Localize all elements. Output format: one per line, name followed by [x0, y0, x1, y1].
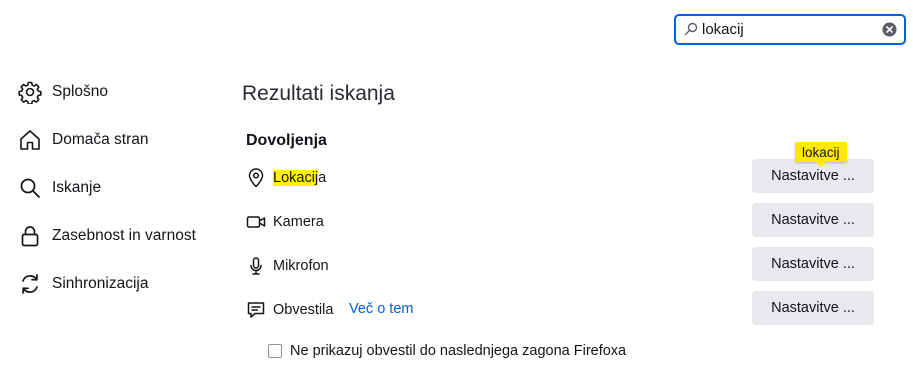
permission-label: Lokacija	[273, 170, 327, 186]
search-icon	[18, 176, 42, 200]
microphone-settings-button[interactable]: Nastavitve ...	[752, 247, 874, 281]
search-box[interactable]	[674, 14, 906, 45]
sidebar-item-home[interactable]: Domača stran	[18, 127, 148, 153]
permission-label: Mikrofon	[273, 258, 329, 274]
lock-icon	[18, 224, 42, 248]
permission-row-location: Lokacija	[246, 166, 326, 190]
pause-notifications-checkbox[interactable]	[268, 344, 282, 358]
search-match-tooltip: lokacij	[795, 142, 847, 167]
permission-row-camera: Kamera	[246, 210, 324, 234]
sync-icon	[18, 272, 42, 296]
page-title: Rezultati iskanja	[242, 82, 395, 105]
search-highlight: Lokacij	[273, 170, 319, 186]
clear-icon[interactable]	[882, 22, 897, 42]
sidebar-item-label: Splošno	[52, 83, 109, 100]
sidebar-item-general[interactable]: Splošno	[18, 79, 108, 105]
sidebar-item-search[interactable]: Iskanje	[18, 175, 101, 201]
sidebar-item-label: Iskanje	[52, 179, 102, 196]
sidebar-item-sync[interactable]: Sinhronizacija	[18, 271, 149, 297]
permission-label: Obvestila	[273, 302, 334, 318]
search-icon	[684, 22, 698, 41]
location-settings-button[interactable]: Nastavitve ...	[752, 159, 874, 193]
location-pin-icon	[246, 168, 266, 188]
sidebar-item-privacy[interactable]: Zasebnost in varnost	[18, 223, 196, 249]
sidebar-item-label: Domača stran	[52, 131, 149, 148]
sidebar-item-label: Zasebnost in varnost	[52, 227, 196, 244]
section-title: Dovoljenja	[246, 132, 327, 149]
notification-icon	[246, 300, 266, 320]
pause-notifications-label[interactable]: Ne prikazuj obvestil do naslednjega zago…	[290, 343, 626, 359]
camera-settings-button[interactable]: Nastavitve ...	[752, 203, 874, 237]
notifications-settings-button[interactable]: Nastavitve ...	[752, 291, 874, 325]
permission-label: Kamera	[273, 214, 324, 230]
permission-row-notifications: Obvestila	[246, 298, 333, 322]
microphone-icon	[246, 256, 266, 276]
pause-notifications-row: Ne prikazuj obvestil do naslednjega zago…	[268, 342, 626, 360]
camera-icon	[246, 212, 266, 232]
search-input[interactable]	[702, 19, 872, 40]
sidebar-item-label: Sinhronizacija	[52, 275, 149, 292]
home-icon	[18, 128, 42, 152]
gear-icon	[18, 80, 42, 104]
permission-row-microphone: Mikrofon	[246, 254, 329, 278]
learn-more-link[interactable]: Več o tem	[349, 301, 413, 317]
